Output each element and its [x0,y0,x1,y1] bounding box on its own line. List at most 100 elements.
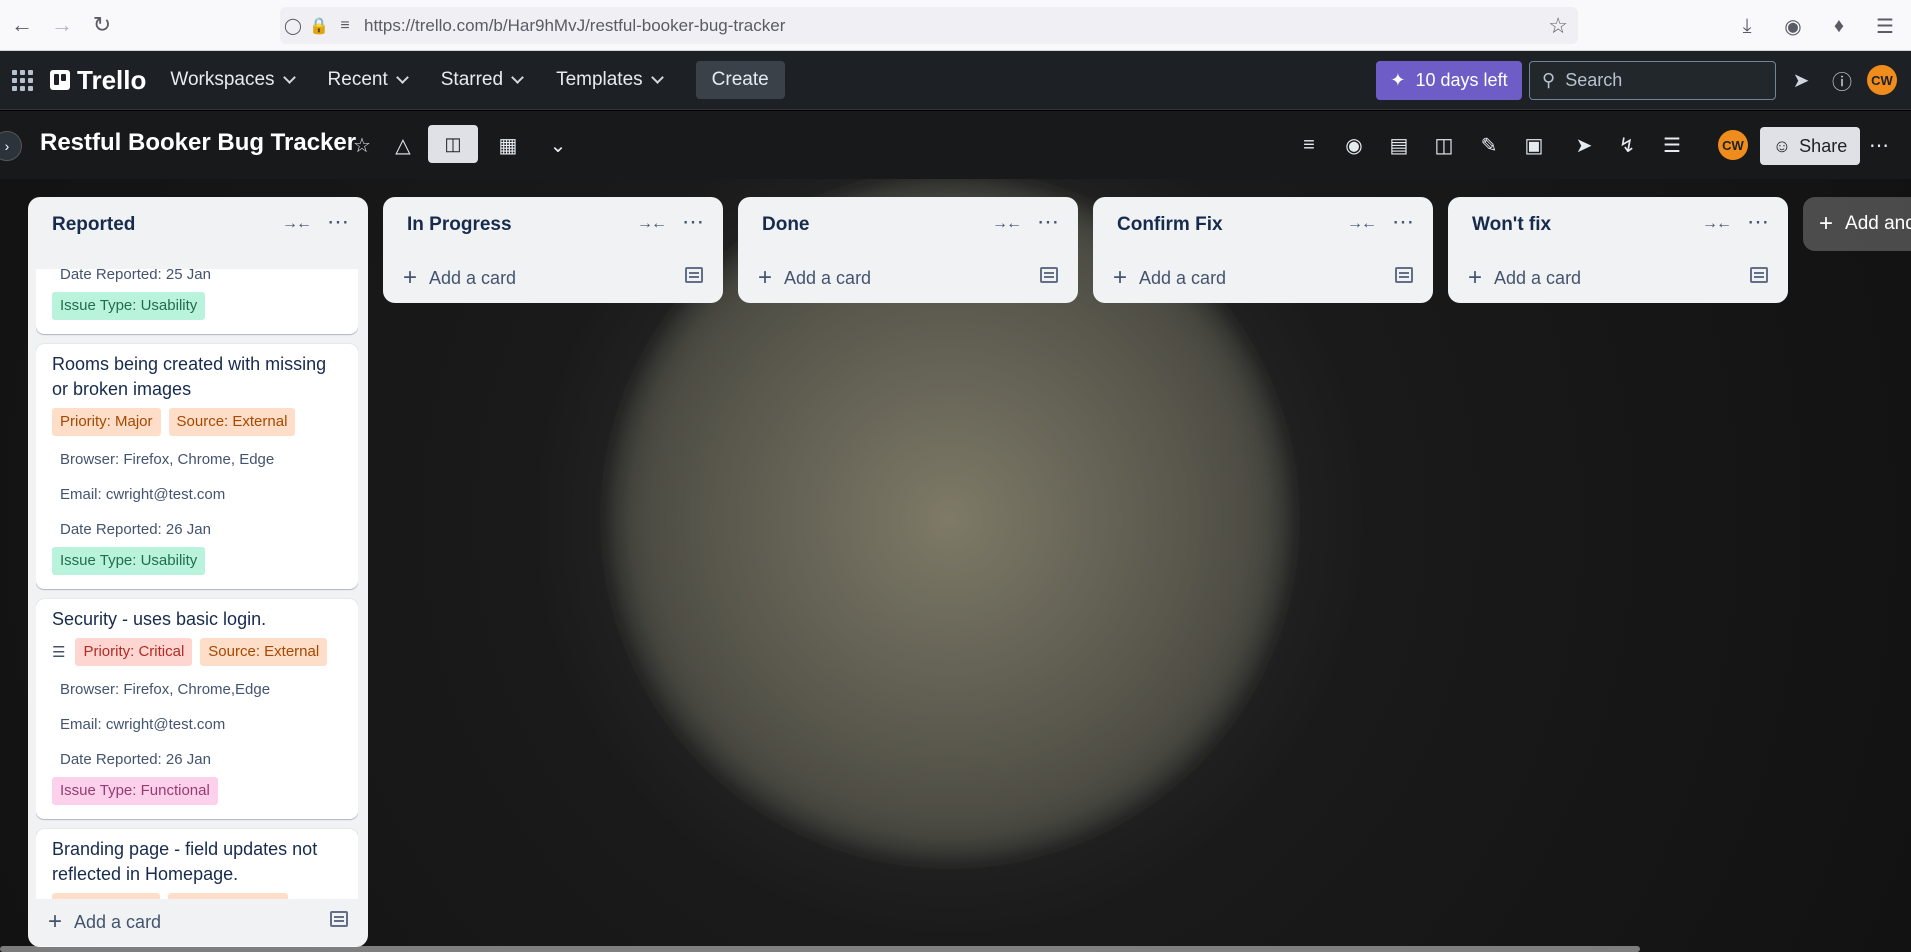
collapse-list-icon[interactable]: →← [1347,215,1377,233]
board-header: › Restful Booker Bug Tracker ☆ △ ◫ ▦ ⌄ ≡… [0,111,1911,179]
list-wont-fix: Won't fix →← ⋯ + Add a card [1448,197,1788,303]
board-title[interactable]: Restful Booker Bug Tracker [40,129,356,157]
list-title[interactable]: Confirm Fix [1117,214,1223,236]
label-issue-type[interactable]: Issue Type: Functional [52,777,218,805]
collapse-list-icon[interactable]: →← [1702,215,1732,233]
list-actions-icon[interactable]: ⋯ [1747,209,1770,235]
help-icon[interactable]: ⓘ [1827,65,1857,95]
collapse-list-icon[interactable]: →← [992,215,1022,233]
views-chevron-icon[interactable]: ⌄ [543,130,573,160]
card[interactable]: Branding page - field updates not reflec… [36,829,358,899]
add-card-button[interactable]: + Add a card [383,253,723,303]
account-avatar-button[interactable]: CW [1867,65,1897,95]
more-options-icon[interactable]: ⋯ [1864,130,1894,160]
member-avatar-button[interactable]: CW [1718,130,1748,160]
add-card-button[interactable]: + Add a card [1448,253,1788,303]
browser-menu-icon[interactable]: ☰ [1865,6,1905,46]
trello-logo-icon [50,70,70,90]
label-issue-type[interactable]: Issue Type: Usability [52,292,206,320]
board-power-up-icon[interactable]: ◫ [1429,130,1459,160]
add-card-button[interactable]: + Add a card [28,897,368,947]
list-confirm-fix: Confirm Fix →← ⋯ + Add a card [1093,197,1433,303]
list-header: In Progress →← ⋯ [383,197,723,253]
search-input[interactable]: ⚲ Search [1529,61,1776,100]
extensions-icon[interactable]: ♦ [1819,6,1859,46]
label-source[interactable]: Source: External [168,408,296,436]
url-text[interactable]: https://trello.com/b/Har9hMvJ/restful-bo… [364,16,785,36]
menu-workspaces[interactable]: Workspaces [170,69,296,91]
avatar: CW [1867,65,1897,95]
label-priority[interactable]: Priority: Critical [75,638,193,666]
label-row: Issue Type: Usability [52,547,346,575]
app-switcher-icon[interactable] [0,58,44,102]
label-issue-type[interactable]: Issue Type: Usability [52,547,206,575]
sidebar-expand-icon[interactable]: › [0,131,22,161]
list-title[interactable]: Done [762,214,810,236]
list-header: Confirm Fix →← ⋯ [1093,197,1433,253]
card-title: Rooms being created with missing or brok… [52,354,327,399]
add-card-button[interactable]: + Add a card [738,253,1078,303]
board-canvas: Reported →← ⋯ Date Reported: 25 Jan Issu… [0,179,1911,952]
trello-logo[interactable]: Trello [50,65,146,96]
share-button[interactable]: ☺ Share [1760,127,1860,165]
create-button[interactable]: Create [695,61,785,99]
star-icon[interactable]: ☆ [347,130,377,160]
card-template-icon[interactable] [1040,267,1058,283]
list-actions-icon[interactable]: ⋯ [682,209,705,235]
list-title[interactable]: Reported [52,214,135,236]
label-source[interactable]: Source: External [200,638,328,666]
list-title[interactable]: In Progress [407,214,512,236]
calendar-power-up-icon[interactable]: ▣ [1519,130,1549,160]
downloads-icon[interactable]: ⤓ [1727,6,1767,46]
card-template-icon[interactable] [1395,267,1413,283]
card-power-up-icon[interactable]: ▤ [1384,130,1414,160]
label-row: ☰ Priority: Critical Source: External [52,638,346,666]
align-icon[interactable]: ≡ [1294,130,1324,160]
plus-icon: + [1113,264,1128,291]
add-card-button[interactable]: + Add a card [1093,253,1433,303]
menu-starred[interactable]: Starred [441,69,524,91]
shield-icon[interactable]: ◯ [280,13,306,39]
visibility-icon[interactable]: △ [388,130,418,160]
card[interactable]: Date Reported: 25 Jan Issue Type: Usabil… [36,269,358,334]
filter-icon[interactable]: ☰ [1657,130,1687,160]
trial-button[interactable]: ✦ 10 days left [1376,61,1522,100]
card[interactable]: Security - uses basic login. ☰ Priority:… [36,599,358,819]
menu-templates[interactable]: Templates [556,69,664,91]
lock-icon[interactable]: 🔒 [306,13,332,39]
list-actions-icon[interactable]: ⋯ [1392,209,1415,235]
plus-icon: + [48,908,63,935]
account-icon[interactable]: ◉ [1773,6,1813,46]
horizontal-scrollbar[interactable] [0,946,1640,952]
bookmark-star-icon[interactable]: ☆ [1548,13,1568,39]
label-priority[interactable]: Priority: Major [52,408,161,436]
power-up-icon[interactable]: ✎ [1474,130,1504,160]
permissions-icon[interactable]: ≡ [332,13,358,39]
collapse-list-icon[interactable]: →← [282,215,312,233]
list-actions-icon[interactable]: ⋯ [1037,209,1060,235]
reload-icon[interactable]: ↻ [82,5,122,45]
back-icon[interactable]: ← [2,5,42,45]
add-list-button[interactable]: + Add and [1803,197,1911,251]
list-actions-icon[interactable]: ⋯ [327,209,350,235]
github-icon[interactable]: ◉ [1339,130,1369,160]
card[interactable]: Rooms being created with missing or brok… [36,344,358,589]
collapse-list-icon[interactable]: →← [637,215,667,233]
table-view-icon[interactable]: ▦ [493,130,523,160]
card-email: Email: cwright@test.com [60,486,226,503]
card-template-icon[interactable] [330,911,348,927]
address-bar[interactable]: ◯ 🔒 ≡ https://trello.com/b/Har9hMvJ/rest… [280,7,1578,44]
card-template-icon[interactable] [685,267,703,283]
notifications-icon[interactable]: ➤ [1786,65,1816,95]
avatar: CW [1718,130,1748,160]
plus-icon: + [1468,264,1483,291]
list-header: Reported →← ⋯ [28,197,368,253]
automation-icon[interactable]: ↯ [1612,130,1642,160]
card-template-icon[interactable] [1750,267,1768,283]
list-title[interactable]: Won't fix [1472,214,1551,236]
forward-icon[interactable]: → [42,5,82,45]
power-ups-rocket-icon[interactable]: ➤ [1569,130,1599,160]
board-view-icon[interactable]: ◫ [428,125,478,163]
menu-recent[interactable]: Recent [328,69,409,91]
plus-icon: + [758,264,773,291]
